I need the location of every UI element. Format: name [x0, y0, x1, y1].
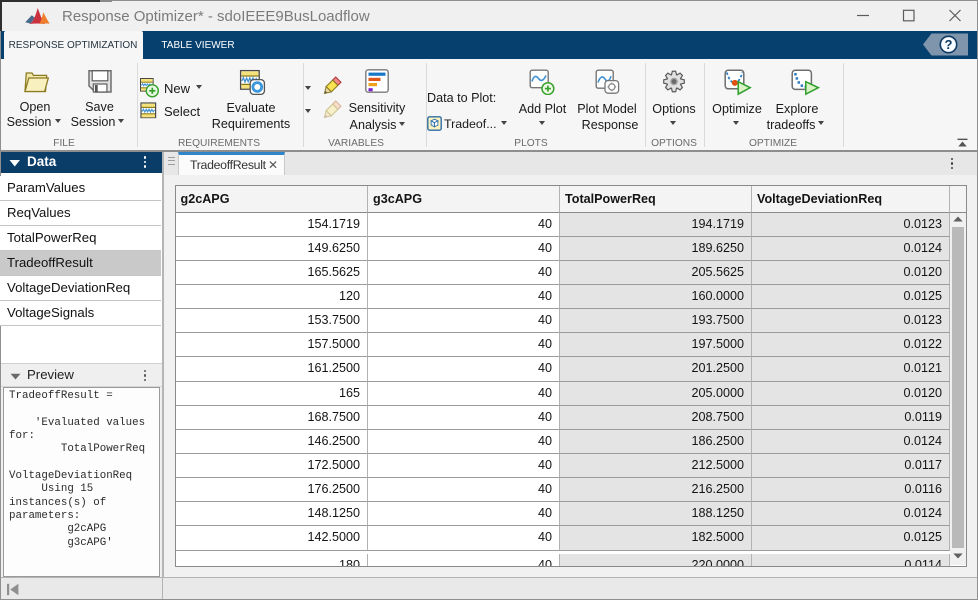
svg-text:?: ? [945, 37, 953, 52]
